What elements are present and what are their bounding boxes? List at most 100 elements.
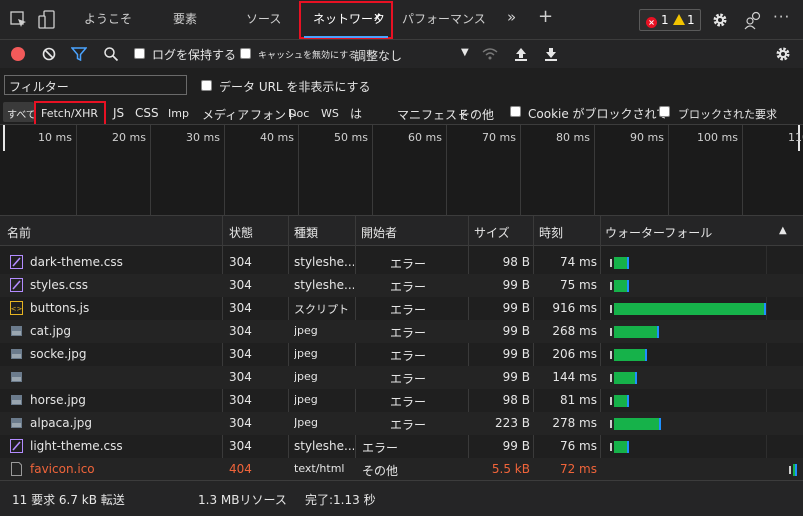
row-name[interactable]: cat.jpg — [30, 324, 71, 338]
throttling-select[interactable]: 調整なし — [354, 47, 402, 64]
type-doc[interactable]: Doc — [288, 107, 309, 120]
row-initiator[interactable]: エラー — [390, 416, 426, 433]
row-name[interactable]: favicon.ico — [30, 462, 95, 476]
row-name[interactable]: buttons.js — [30, 301, 89, 315]
clear-icon[interactable] — [42, 47, 56, 61]
table-row[interactable]: horse.jpg 304 jpeg エラー 98 B 81 ms — [0, 389, 803, 412]
table-row[interactable]: dark-theme.css 304 styleshe... エラー 98 B 74 ms — [0, 251, 803, 274]
inspect-element-icon[interactable] — [10, 11, 28, 29]
table-row[interactable]: 304 jpeg エラー 99 B 144 ms — [0, 366, 803, 389]
table-row[interactable]: styles.css 304 styleshe... エラー 99 B 75 ms — [0, 274, 803, 297]
waterfall-bar[interactable] — [613, 326, 659, 338]
more-options-icon[interactable]: ··· — [773, 8, 790, 26]
row-name[interactable]: horse.jpg — [30, 393, 86, 407]
type-media[interactable]: メディア — [202, 106, 249, 123]
timeline-left-handle[interactable] — [3, 125, 5, 151]
blocked-cookies-checkbox[interactable] — [510, 106, 521, 117]
table-row[interactable]: cat.jpg 304 jpeg エラー 99 B 268 ms — [0, 320, 803, 343]
tab-welcome[interactable]: ようこそ — [84, 10, 132, 27]
row-status: 304 — [229, 278, 252, 292]
table-header: 名前 状態 種類 開始者 サイズ 時刻 ウォーターフォール ▲ — [0, 216, 803, 246]
timeline-tick-label: 100 ms — [697, 131, 738, 144]
feedback-icon[interactable] — [743, 10, 763, 30]
type-all[interactable]: すべて — [7, 106, 36, 121]
search-icon[interactable] — [103, 46, 119, 62]
issues-badge[interactable]: × 1 1 — [639, 9, 701, 31]
record-icon[interactable] — [11, 47, 25, 61]
table-row[interactable]: alpaca.jpg 304 Jpeg エラー 223 B 278 ms — [0, 412, 803, 435]
table-row[interactable]: socke.jpg 304 jpeg エラー 99 B 206 ms — [0, 343, 803, 366]
row-initiator[interactable]: エラー — [390, 278, 426, 295]
waterfall-bar[interactable] — [613, 372, 638, 384]
resources-summary: 1.3 MBリソース — [198, 493, 287, 507]
col-status[interactable]: 状態 — [229, 224, 253, 241]
row-name[interactable]: alpaca.jpg — [30, 416, 92, 430]
row-initiator[interactable]: エラー — [390, 347, 426, 364]
row-initiator[interactable]: エラー — [362, 439, 398, 456]
col-time[interactable]: 時刻 — [539, 224, 563, 241]
type-ws[interactable]: WS — [321, 107, 339, 120]
tab-performance[interactable]: パフォーマンス — [402, 10, 486, 27]
row-name[interactable]: dark-theme.css — [30, 255, 123, 269]
waterfall-bar[interactable] — [613, 303, 766, 315]
waterfall-queue-mark — [609, 259, 612, 267]
waterfall-bar[interactable] — [613, 418, 661, 430]
table-row[interactable]: light-theme.css 304 styleshe... エラー 99 B 76 m… — [0, 435, 803, 458]
timeline-tick-label: 90 ms — [630, 131, 664, 144]
chevron-down-icon[interactable]: ▼ — [461, 47, 469, 58]
timeline-tick-label: 60 ms — [408, 131, 442, 144]
row-type: jpeg — [294, 393, 318, 406]
blocked-requests-checkbox[interactable] — [659, 106, 670, 117]
table-row[interactable]: favicon.ico 404 text/html その他 5.5 kB 72 ms — [0, 458, 803, 481]
col-waterfall[interactable]: ウォーターフォール — [605, 224, 712, 241]
export-har-icon[interactable] — [544, 46, 558, 62]
timeline-tick-label: 70 ms — [482, 131, 516, 144]
tab-elements[interactable]: 要素 — [173, 10, 197, 27]
row-name[interactable]: light-theme.css — [30, 439, 123, 453]
network-conditions-icon[interactable] — [481, 46, 499, 62]
filter-icon[interactable] — [71, 47, 87, 61]
row-type: styleshe... — [294, 278, 354, 292]
network-settings-gear-icon[interactable] — [774, 45, 792, 63]
waterfall-bar[interactable] — [613, 349, 647, 361]
row-initiator[interactable]: エラー — [390, 393, 426, 410]
col-initiator[interactable]: 開始者 — [361, 224, 397, 241]
sort-ascending-icon[interactable]: ▲ — [779, 225, 787, 236]
type-js[interactable]: JS — [113, 106, 124, 120]
row-name[interactable]: styles.css — [30, 278, 88, 292]
device-emulation-icon[interactable] — [38, 10, 56, 30]
hide-data-urls-checkbox[interactable] — [201, 80, 212, 91]
row-size: 99 B — [502, 370, 530, 384]
row-initiator[interactable]: エラー — [390, 370, 426, 387]
col-size[interactable]: サイズ — [474, 224, 510, 241]
settings-gear-icon[interactable] — [711, 11, 729, 29]
disable-cache-checkbox[interactable] — [240, 48, 251, 59]
row-time: 206 ms — [552, 347, 597, 361]
timeline-gridline — [150, 125, 151, 217]
col-name[interactable]: 名前 — [7, 224, 31, 241]
import-har-icon[interactable] — [514, 46, 528, 62]
timeline-gridline — [594, 125, 595, 217]
more-tabs-icon[interactable]: » — [507, 8, 516, 26]
col-type[interactable]: 種類 — [294, 224, 318, 241]
tab-sources[interactable]: ソース — [246, 10, 281, 27]
type-other[interactable]: その他 — [458, 106, 494, 123]
filter-input[interactable]: フィルター — [4, 75, 187, 95]
row-initiator[interactable]: エラー — [390, 324, 426, 341]
type-fetch-xhr[interactable]: Fetch/XHR — [41, 107, 98, 120]
network-toolbar: ログを保持する キャッシュを無効にする 調整なし ▼ — [0, 40, 803, 68]
preserve-log-checkbox[interactable] — [134, 48, 145, 59]
tab-network-close-icon[interactable]: x — [374, 10, 381, 24]
type-css[interactable]: CSS — [135, 106, 159, 120]
status-bar: 11 要求 6.7 kB 転送 1.3 MBリソース 完了:1.13 秒 — [0, 480, 803, 516]
table-row[interactable]: <> buttons.js 304 スクリプト エラー 99 B 916 ms — [0, 297, 803, 320]
add-tab-icon[interactable]: + — [538, 6, 553, 27]
timeline-overview[interactable]: 10 ms 20 ms 30 ms 40 ms 50 ms 60 ms 70 ms 80 ms… — [0, 124, 803, 217]
js-icon: <> — [10, 301, 23, 315]
row-initiator[interactable]: エラー — [390, 255, 426, 272]
row-initiator[interactable]: エラー — [390, 301, 426, 318]
type-wasm[interactable]: は — [350, 105, 362, 122]
type-img[interactable]: Imp — [168, 107, 189, 120]
row-name[interactable]: socke.jpg — [30, 347, 86, 361]
row-initiator[interactable]: その他 — [362, 462, 398, 479]
